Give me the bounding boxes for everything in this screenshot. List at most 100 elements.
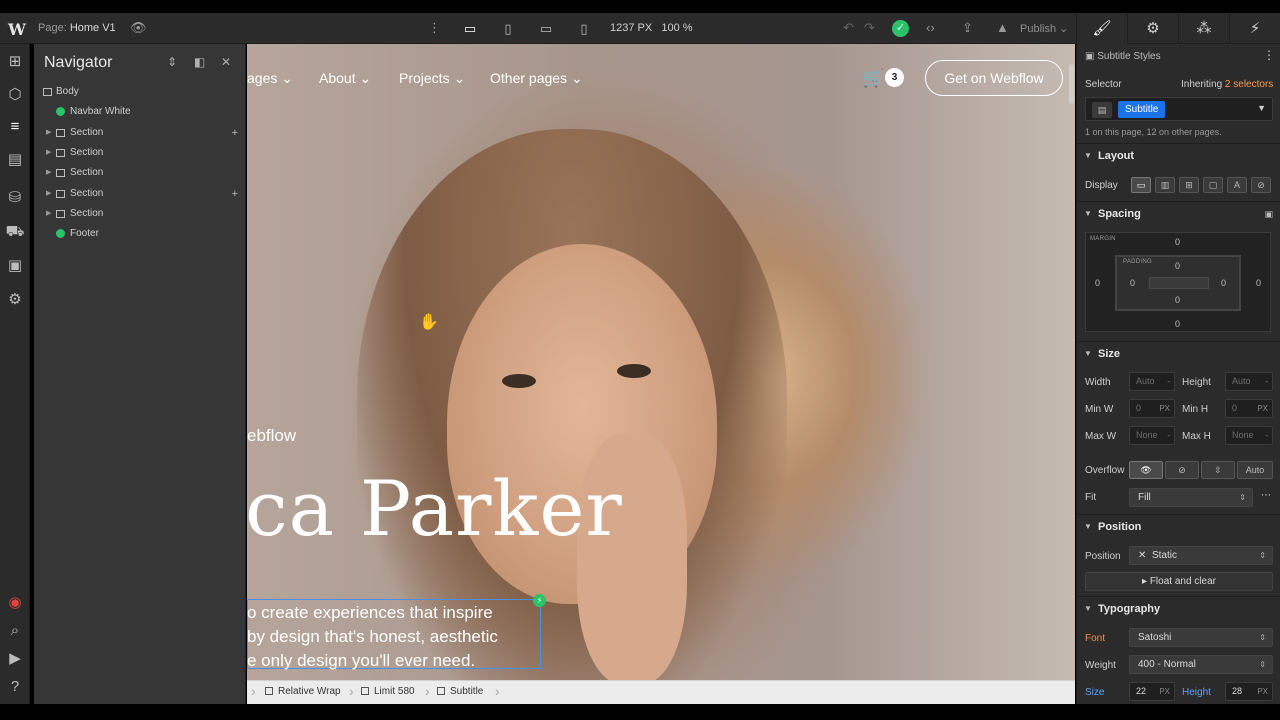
breadcrumb-item[interactable]: Limit 580: [361, 686, 415, 697]
record-icon[interactable]: ◉: [5, 593, 25, 613]
display-block-icon[interactable]: ▭: [1131, 177, 1151, 193]
assets-image-icon[interactable]: ▣: [5, 256, 25, 276]
navigator-tree-item[interactable]: ▶ Section +: [34, 184, 246, 204]
site-nav-link[interactable]: Projects ⌄: [399, 70, 465, 87]
mobile-landscape-breakpoint-icon[interactable]: ▭: [532, 18, 560, 40]
position-section-header[interactable]: ▼ Position: [1077, 514, 1280, 538]
add-child-plus-icon[interactable]: +: [232, 184, 238, 204]
desktop-breakpoint-icon[interactable]: ▭: [456, 18, 484, 40]
interactions-tab-icon[interactable]: ⁂: [1178, 13, 1229, 44]
lightning-tab-icon[interactable]: ⚡: [1229, 13, 1280, 44]
padding-right-value[interactable]: 0: [1221, 278, 1226, 288]
font-size-input[interactable]: 22 PX: [1129, 682, 1175, 701]
breadcrumb-item[interactable]: Subtitle: [437, 686, 483, 697]
margin-right-value[interactable]: 0: [1256, 278, 1261, 288]
fit-select[interactable]: Fill ⇕: [1129, 488, 1253, 507]
cms-database-icon[interactable]: ⛁: [5, 188, 25, 208]
display-inline-block-icon[interactable]: ▢: [1203, 177, 1223, 193]
selector-style-icon[interactable]: ▤: [1092, 102, 1112, 118]
padding-left-value[interactable]: 0: [1130, 278, 1135, 288]
mobile-portrait-breakpoint-icon[interactable]: ▯: [570, 18, 598, 40]
add-child-plus-icon[interactable]: +: [232, 123, 238, 143]
min-height-input[interactable]: 0 PX: [1225, 399, 1273, 418]
navigator-layers-icon[interactable]: ≡: [5, 117, 25, 137]
close-icon[interactable]: ✕: [221, 55, 231, 69]
get-on-webflow-button[interactable]: Get on Webflow: [925, 60, 1063, 96]
padding-top-value[interactable]: 0: [1175, 261, 1180, 271]
design-canvas[interactable]: ages ⌄ About ⌄ Projects ⌄ Other pages ⌄ …: [247, 44, 1075, 680]
display-flex-icon[interactable]: ▥: [1155, 177, 1175, 193]
breadcrumb-item[interactable]: Relative Wrap: [265, 686, 341, 697]
overflow-scroll-icon[interactable]: ⇳: [1201, 461, 1235, 479]
canvas-scrollbar[interactable]: [1069, 64, 1074, 104]
expand-arrow-icon[interactable]: ▶: [46, 204, 51, 224]
expand-arrow-icon[interactable]: ▶: [46, 143, 51, 163]
pages-icon[interactable]: ▤: [5, 150, 25, 170]
video-tutorials-icon[interactable]: ▶: [5, 649, 25, 669]
code-icon[interactable]: ‹›: [926, 20, 935, 35]
navigator-tree-item[interactable]: Footer: [34, 224, 246, 244]
navigator-tree-item[interactable]: ▶ Section: [34, 204, 246, 224]
expand-arrow-icon[interactable]: ▶: [46, 123, 51, 143]
more-options-icon[interactable]: ⋮: [428, 20, 441, 36]
width-input[interactable]: Auto -: [1129, 372, 1175, 391]
margin-left-value[interactable]: 0: [1095, 278, 1100, 288]
margin-top-value[interactable]: 0: [1175, 237, 1180, 247]
typography-section-header[interactable]: ▼ Typography: [1077, 596, 1280, 620]
inheriting-info[interactable]: Inheriting 2 selectors: [1181, 79, 1273, 90]
export-icon[interactable]: ⇪: [962, 20, 973, 36]
navigator-tree-item[interactable]: Body: [34, 82, 246, 102]
webflow-logo[interactable]: W: [8, 20, 26, 39]
expand-arrow-icon[interactable]: ▶: [46, 163, 51, 183]
float-and-clear-toggle[interactable]: ▸ Float and clear: [1085, 572, 1273, 591]
display-grid-icon[interactable]: ⊞: [1179, 177, 1199, 193]
hero-kicker[interactable]: ebflow: [247, 426, 296, 446]
size-section-header[interactable]: ▼ Size: [1077, 341, 1280, 365]
expand-collapse-icon[interactable]: ⇕: [167, 55, 177, 69]
spacing-section-header[interactable]: ▼ Spacing ▣: [1077, 201, 1280, 225]
tablet-breakpoint-icon[interactable]: ▯: [494, 18, 522, 40]
margin-bottom-value[interactable]: 0: [1175, 319, 1180, 329]
overflow-hidden-icon[interactable]: ⊘: [1165, 461, 1199, 479]
weight-select[interactable]: 400 - Normal ⇕: [1129, 655, 1273, 674]
selector-dropdown-icon[interactable]: ▼: [1257, 103, 1266, 113]
site-nav-link[interactable]: About ⌄: [319, 70, 371, 87]
position-select[interactable]: ✕ Static ⇕: [1129, 546, 1273, 565]
max-height-input[interactable]: None -: [1225, 426, 1273, 445]
navigator-tree-item[interactable]: Navbar White: [34, 102, 246, 122]
fit-more-icon[interactable]: ⋯: [1261, 490, 1271, 501]
font-select[interactable]: Satoshi ⇕: [1129, 628, 1273, 647]
preview-eye-icon[interactable]: 👁: [130, 20, 147, 36]
navigator-tree-item[interactable]: ▶ Section +: [34, 123, 246, 143]
max-width-input[interactable]: None -: [1129, 426, 1175, 445]
add-elements-plus-icon[interactable]: ⊞: [5, 52, 25, 72]
settings-tab-gear-icon[interactable]: ⚙: [1127, 13, 1178, 44]
search-icon[interactable]: ⌕: [5, 621, 25, 641]
layout-section-header[interactable]: ▼ Layout: [1077, 143, 1280, 167]
display-inline-icon[interactable]: A: [1227, 177, 1247, 193]
padding-bottom-value[interactable]: 0: [1175, 295, 1180, 305]
component-lightning-badge-icon[interactable]: ⚡: [533, 594, 546, 607]
components-cube-icon[interactable]: ⬡: [5, 85, 25, 105]
undo-icon[interactable]: ↶: [843, 20, 854, 36]
line-height-input[interactable]: 28 PX: [1225, 682, 1273, 701]
navigator-tree-item[interactable]: ▶ Section: [34, 163, 246, 183]
selector-field[interactable]: ▤ Subtitle ▼: [1085, 97, 1273, 121]
more-options-icon[interactable]: ⋮: [1263, 48, 1275, 62]
hero-heading[interactable]: ca Parker: [247, 464, 623, 553]
hero-subtitle[interactable]: o create experiences that inspire by des…: [247, 601, 537, 673]
style-panel-tab-brush-icon[interactable]: 🖌: [1076, 13, 1127, 44]
overflow-visible-eye-icon[interactable]: 👁: [1129, 461, 1163, 479]
overflow-auto-button[interactable]: Auto: [1237, 461, 1273, 479]
selector-tag[interactable]: Subtitle: [1118, 101, 1166, 118]
publish-button[interactable]: Publish ⌄: [1020, 22, 1068, 35]
redo-icon[interactable]: ↷: [864, 20, 875, 36]
expand-arrow-icon[interactable]: ▶: [46, 184, 51, 204]
site-nav-link[interactable]: ages ⌄: [247, 70, 293, 87]
min-width-input[interactable]: 0 PX: [1129, 399, 1175, 418]
site-nav-link[interactable]: Other pages ⌄: [490, 70, 583, 87]
settings-gear-icon[interactable]: ⚙: [5, 290, 25, 310]
dock-panel-icon[interactable]: ◧: [194, 55, 205, 69]
display-none-icon[interactable]: ⊘: [1251, 177, 1271, 193]
navigator-tree-item[interactable]: ▶ Section: [34, 143, 246, 163]
